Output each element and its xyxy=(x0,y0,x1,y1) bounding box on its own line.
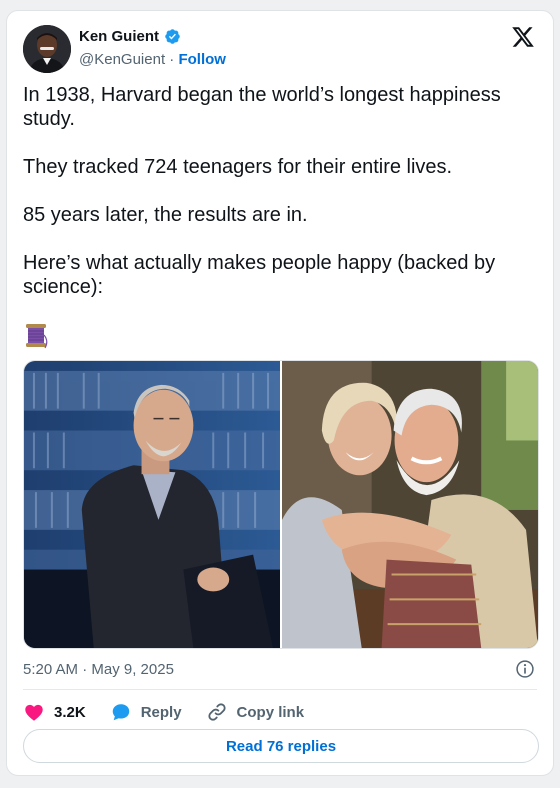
copy-link-label: Copy link xyxy=(236,703,305,721)
like-button[interactable]: 3.2K xyxy=(23,701,86,723)
divider xyxy=(23,689,537,690)
reply-button[interactable]: Reply xyxy=(110,701,182,723)
author-name-row: Ken Guient xyxy=(79,28,181,45)
tweet-card: Ken Guient @KenGuient · Follow In 1938, … xyxy=(6,10,554,776)
photo-speaker[interactable] xyxy=(24,361,280,648)
action-bar: 3.2K Reply Copy link xyxy=(23,701,328,723)
copy-link-button[interactable]: Copy link xyxy=(206,701,305,723)
reply-bubble-icon xyxy=(112,704,129,721)
likes-count: 3.2K xyxy=(54,703,86,721)
tweet-text: In 1938, Harvard began the world’s longe… xyxy=(23,83,523,323)
spool-of-thread-icon xyxy=(26,324,48,349)
author-handle[interactable]: @KenGuient xyxy=(79,51,165,68)
tweet-timestamp[interactable]: 5:20 AM · May 9, 2025 xyxy=(23,661,174,678)
tweet-paragraph: Here’s what actually makes people happy … xyxy=(23,252,496,298)
tweet-paragraph: They tracked 724 teenagers for their ent… xyxy=(23,156,453,178)
photo-couple[interactable] xyxy=(282,361,538,648)
author-name[interactable]: Ken Guient xyxy=(79,28,159,45)
avatar[interactable] xyxy=(23,25,71,73)
tweet-paragraph: 85 years later, the results are in. xyxy=(23,204,308,226)
info-icon[interactable] xyxy=(515,659,535,679)
read-replies-button[interactable]: Read 76 replies xyxy=(23,729,539,763)
link-icon xyxy=(207,703,226,721)
x-logo-icon[interactable] xyxy=(511,25,535,49)
author-handle-row: @KenGuient · Follow xyxy=(79,51,226,68)
handle-separator: · xyxy=(169,51,175,68)
tweet-paragraph: In 1938, Harvard began the world’s longe… xyxy=(23,84,501,130)
follow-button[interactable]: Follow xyxy=(178,51,226,68)
verified-badge-icon xyxy=(165,29,180,44)
media-grid[interactable] xyxy=(23,360,539,649)
reply-label: Reply xyxy=(140,703,182,721)
heart-icon xyxy=(25,704,43,721)
